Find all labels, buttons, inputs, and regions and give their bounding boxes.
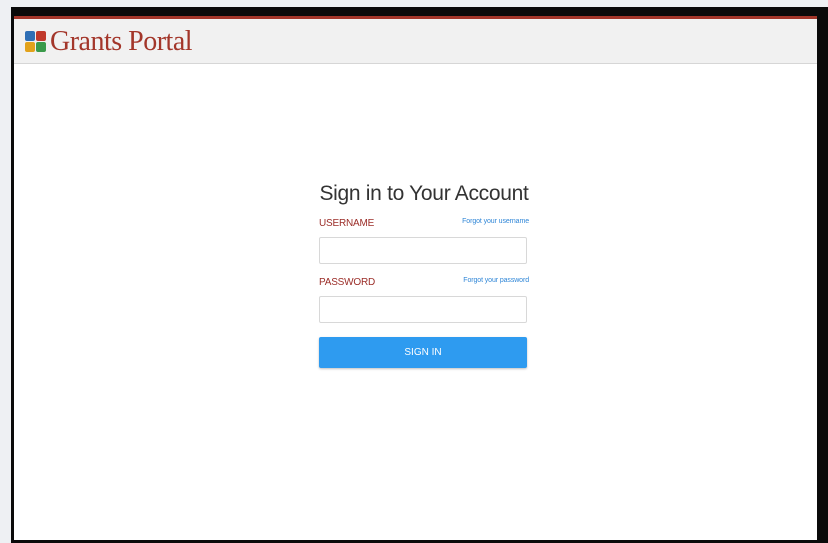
browser-window: Grants Portal Sign in to Your Account US…: [11, 7, 828, 543]
login-form: Sign in to Your Account USERNAME Forgot …: [319, 181, 529, 368]
password-label: PASSWORD: [319, 277, 375, 288]
username-label: USERNAME: [319, 218, 375, 229]
username-input[interactable]: [319, 237, 527, 264]
sign-in-button[interactable]: SIGN IN: [319, 337, 527, 368]
password-input[interactable]: [319, 296, 527, 323]
logo-text: Grants Portal: [50, 26, 193, 57]
password-row: PASSWORD Forgot your password: [319, 276, 529, 292]
username-row: USERNAME Forgot your username: [319, 217, 529, 233]
page-title: Sign in to Your Account: [319, 182, 529, 205]
screen-background: Grants Portal Sign in to Your Account US…: [0, 0, 828, 543]
site-logo[interactable]: Grants Portal: [25, 26, 193, 58]
grants-portal-logo-icon: [25, 31, 47, 53]
forgot-password-link[interactable]: Forgot your password: [463, 276, 529, 286]
site-header: Grants Portal: [14, 16, 817, 64]
forgot-username-link[interactable]: Forgot your username: [462, 217, 529, 227]
